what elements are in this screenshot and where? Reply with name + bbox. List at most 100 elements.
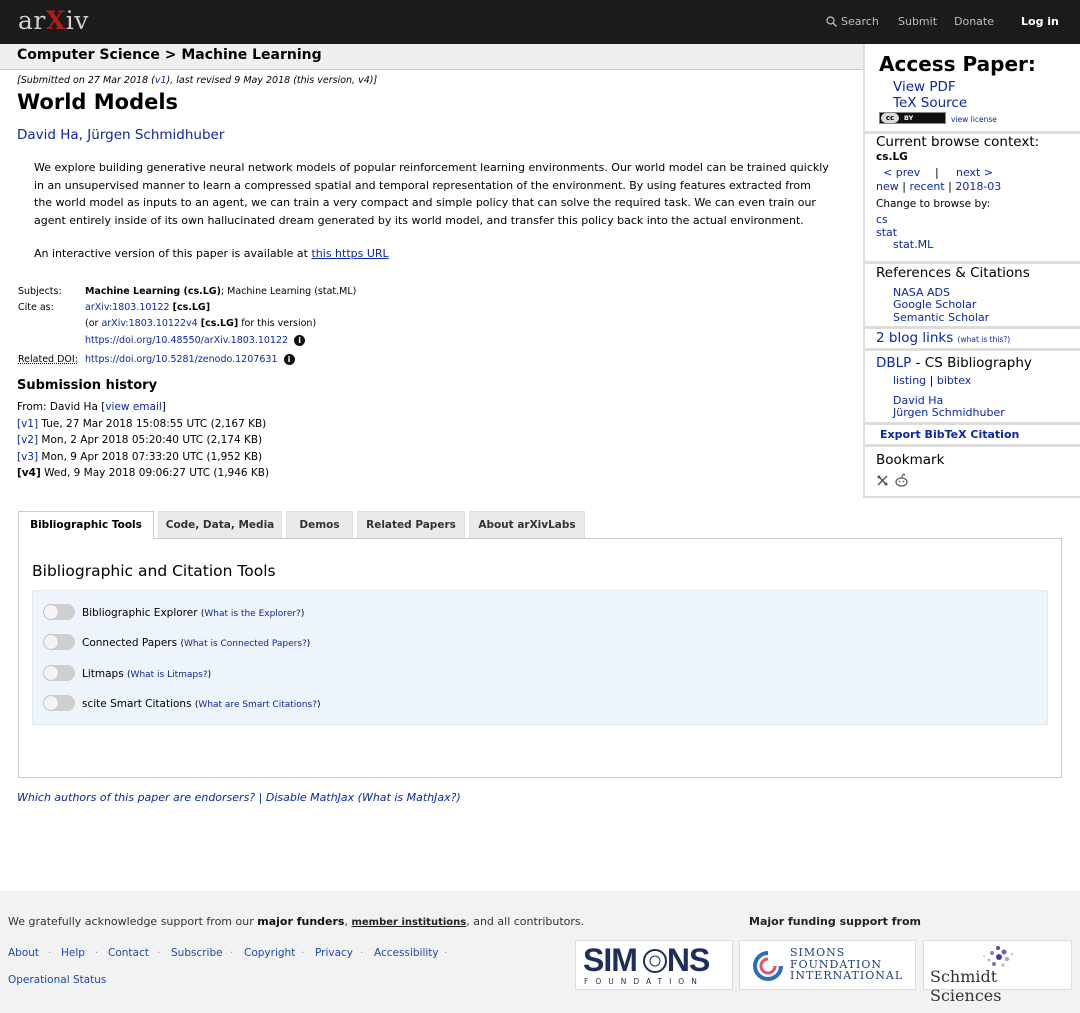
footer-subscribe-link[interactable]: Subscribe (171, 947, 223, 959)
view-email-link[interactable]: view email (105, 401, 161, 413)
cc-by-text: BY (904, 114, 914, 122)
next-link[interactable]: next > (956, 166, 993, 179)
blog-what-link[interactable]: (what is this?) (958, 335, 1011, 344)
doi-link[interactable]: https://doi.org/10.48550/arXiv.1803.1012… (85, 335, 288, 346)
login-link[interactable]: Log in (1021, 15, 1059, 28)
interactive-url-link[interactable]: this https URL (311, 247, 388, 260)
subjects-value: Machine Learning (cs.LG); Machine Learni… (85, 284, 356, 301)
authors-link[interactable]: David Ha, Jürgen Schmidhuber (17, 127, 224, 143)
dblp-bibtex-link[interactable]: bibtex (937, 374, 971, 387)
tool-label: Litmaps (82, 668, 124, 680)
tool-row-connected-papers: Connected Papers (What is Connected Pape… (43, 634, 310, 650)
ack-funders[interactable]: major funders (257, 915, 344, 928)
month-link[interactable]: 2018-03 (955, 180, 1001, 193)
export-bibtex-link[interactable]: Export BibTeX Citation (880, 428, 1019, 441)
from-pre: From: David Ha [ (17, 401, 106, 413)
what-are-smart-citations-link[interactable]: What are Smart Citations? (198, 700, 317, 710)
version-text: Tue, 27 Mar 2018 15:08:55 UTC (2,167 KB) (38, 417, 267, 430)
footer-accessibility-link[interactable]: Accessibility (374, 947, 439, 959)
tab-about-arxivlabs[interactable]: About arXivLabs (469, 511, 585, 538)
cite-or-post: for this version) (238, 318, 317, 329)
bibliographic-tools-title: Bibliographic and Citation Tools (32, 562, 276, 580)
reddit-icon[interactable] (894, 473, 909, 487)
dblp-listing-link[interactable]: listing (893, 374, 926, 387)
prev-link[interactable]: < prev (883, 166, 920, 179)
simons-foundation-international-logo[interactable]: SIMONS FOUNDATION INTERNATIONAL (739, 940, 916, 990)
cite-version-link[interactable]: arXiv:1803.10122v4 (101, 318, 197, 329)
tab-code-data-media[interactable]: Code, Data, Media (158, 511, 282, 538)
view-license-link[interactable]: view license (951, 115, 997, 124)
sidebar-divider (865, 326, 1080, 329)
what-is-mathjax-link[interactable]: (What is MathJax?) (358, 791, 461, 804)
operational-status-link[interactable]: Operational Status (8, 974, 106, 986)
sfi-line1: SIMONS (790, 946, 846, 959)
tab-bibliographic-tools[interactable]: Bibliographic Tools (18, 511, 154, 539)
footer-copyright-link[interactable]: Copyright (244, 947, 295, 959)
view-pdf-link[interactable]: View PDF (893, 79, 956, 95)
endorsers-link[interactable]: Which authors of this paper are endorser… (17, 791, 255, 804)
tab-demos[interactable]: Demos (286, 511, 353, 538)
tex-source-link[interactable]: TeX Source (893, 95, 967, 111)
cite-version-cat: [cs.LG] (200, 318, 239, 329)
semantic-scholar-link[interactable]: Semantic Scholar (893, 311, 989, 324)
dateline-v1-link[interactable]: v1 (155, 75, 167, 86)
bibsonomy-icon[interactable] (876, 474, 889, 487)
member-institutions-link[interactable]: member institutions (351, 917, 466, 928)
subjects-rest: ; Machine Learning (stat.ML) (220, 286, 357, 297)
search-link[interactable]: Search (826, 15, 879, 28)
footer-dot: · (301, 947, 305, 959)
breadcrumb: Computer Science > Machine Learning (17, 47, 322, 63)
dblp-link[interactable]: DBLP (876, 355, 911, 371)
dateline-post: ), last revised 9 May 2018 (this version… (166, 75, 378, 86)
browse-statml-link[interactable]: stat.ML (893, 238, 933, 251)
footer-contact-link[interactable]: Contact (108, 947, 149, 959)
doi-line: https://doi.org/10.48550/arXiv.1803.1012… (85, 333, 306, 350)
schmidt-sciences-logo[interactable]: Schmidt Sciences (923, 940, 1072, 1005)
context-nav: new | recent | 2018-03 (876, 180, 1001, 193)
change-browse-label: Change to browse by: (876, 198, 991, 210)
blog-links-link[interactable]: 2 blog links (876, 330, 953, 346)
what-is-explorer-link[interactable]: What is the Explorer? (204, 609, 300, 619)
simons-text-a: SIM (583, 942, 638, 978)
version-link-v1[interactable]: [v1] (17, 418, 38, 430)
google-scholar-link[interactable]: Google Scholar (893, 298, 976, 311)
litmaps-toggle[interactable] (43, 665, 75, 681)
related-doi-link[interactable]: https://doi.org/10.5281/zenodo.1207631 (85, 354, 278, 365)
info-icon[interactable]: i (294, 335, 306, 346)
logo-text-iv: iv (65, 6, 89, 35)
cite-id-link[interactable]: arXiv:1803.10122 (85, 302, 170, 313)
blog-links: 2 blog links (what is this?) (876, 330, 1010, 346)
disable-mathjax-link[interactable]: Disable MathJax (266, 791, 354, 804)
sidebar-divider (865, 444, 1080, 447)
connected-papers-toggle[interactable] (43, 634, 75, 650)
cc-license-badge[interactable]: cc BY (879, 112, 946, 124)
authors: David Ha, Jürgen Schmidhuber (17, 127, 224, 143)
donate-link[interactable]: Donate (954, 15, 994, 28)
simons-foundation-logo[interactable]: SIM NS FOUNDATION (575, 940, 733, 990)
submit-link[interactable]: Submit (898, 15, 937, 28)
recent-link[interactable]: recent (909, 180, 944, 193)
nav-separator: | (948, 180, 952, 193)
submission-dateline: [Submitted on 27 Mar 2018 (v1), last rev… (17, 75, 377, 86)
browse-cs-link[interactable]: cs (876, 213, 888, 226)
what-is-litmaps-link[interactable]: What is Litmaps? (131, 670, 208, 680)
footer-about-link[interactable]: About (8, 947, 39, 959)
sfi-line3: INTERNATIONAL (790, 969, 904, 982)
ack-pre: We gratefully acknowledge support from o… (8, 915, 258, 928)
interactive-version-note: An interactive version of this paper is … (34, 247, 389, 260)
new-link[interactable]: new (876, 180, 899, 193)
version-link-v3[interactable]: [v3] (17, 451, 38, 463)
arxiv-logo[interactable]: arXiv (18, 6, 89, 35)
tool-row-litmaps: Litmaps (What is Litmaps?) (43, 665, 211, 681)
sidebar-divider (865, 422, 1080, 425)
bibliographic-explorer-toggle[interactable] (43, 604, 75, 620)
scite-toggle[interactable] (43, 695, 75, 711)
version-link-v2[interactable]: [v2] (17, 434, 38, 446)
what-is-connected-papers-link[interactable]: What is Connected Papers? (184, 639, 307, 649)
dblp-author-link[interactable]: Jürgen Schmidhuber (893, 406, 1005, 419)
submission-history: From: David Ha [view email] [v1] Tue, 27… (17, 399, 269, 482)
footer-privacy-link[interactable]: Privacy (315, 947, 353, 959)
tab-related-papers[interactable]: Related Papers (357, 511, 465, 538)
info-icon[interactable]: i (283, 354, 295, 365)
footer-help-link[interactable]: Help (61, 947, 85, 959)
